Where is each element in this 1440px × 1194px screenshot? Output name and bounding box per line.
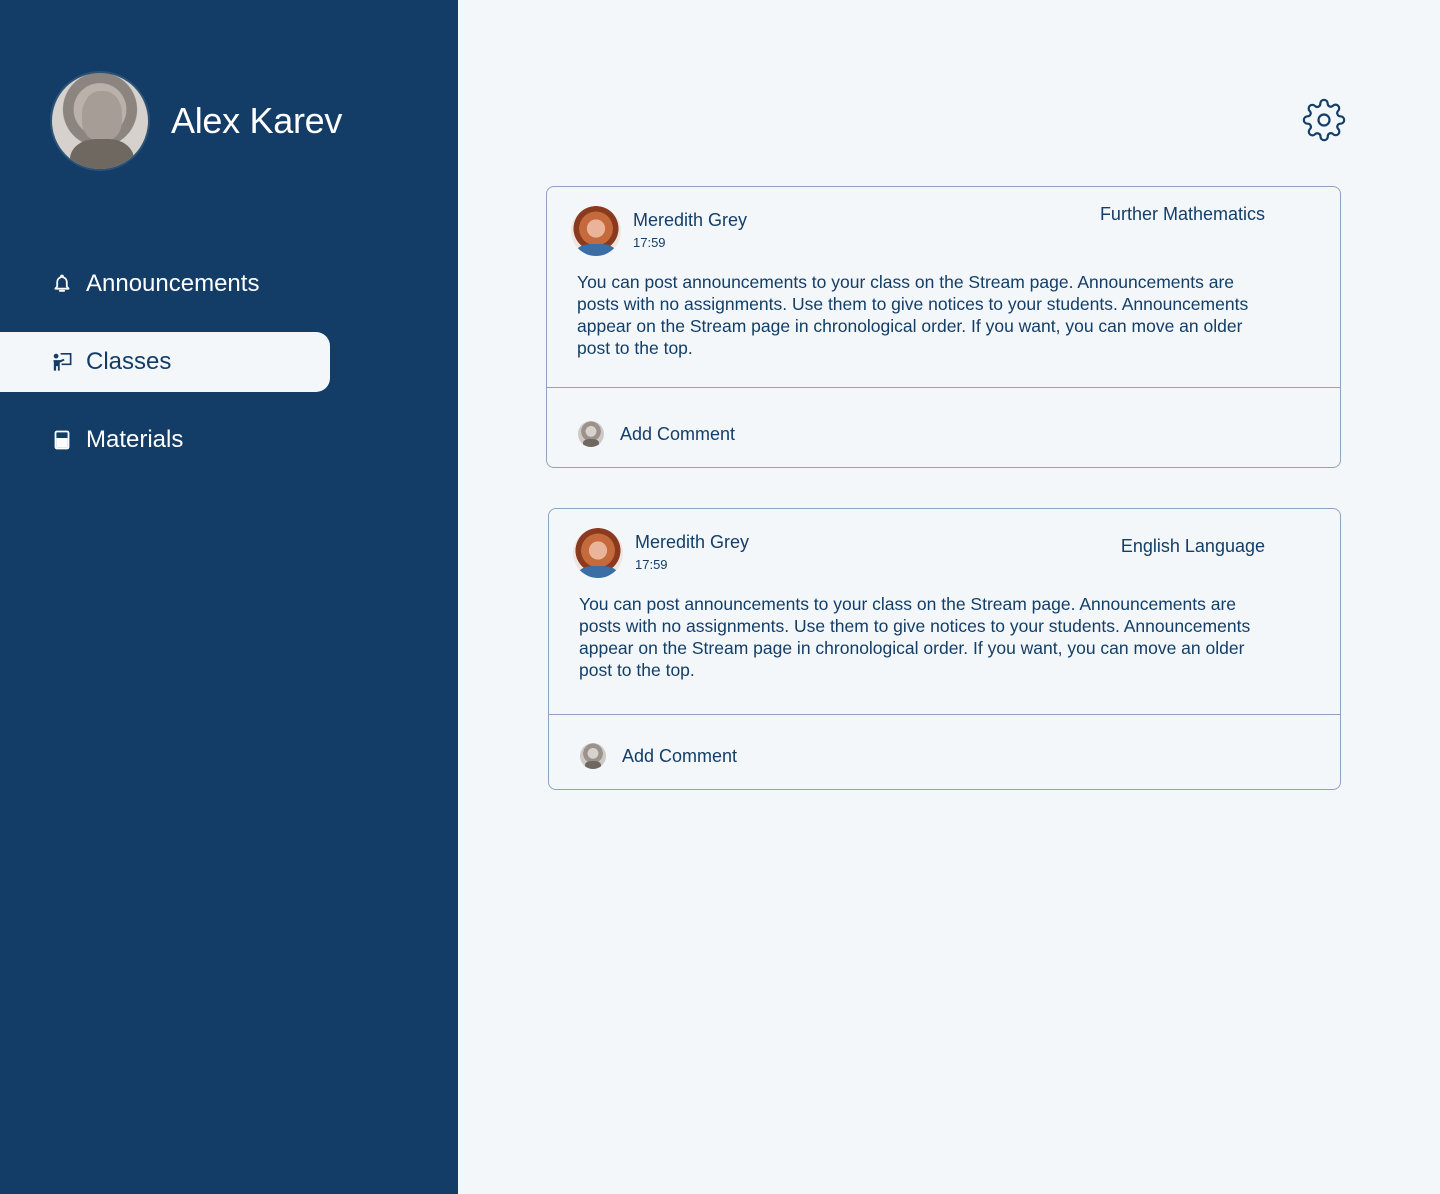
add-comment-label: Add Comment: [622, 745, 738, 766]
add-comment-button[interactable]: Add Comment: [578, 421, 735, 447]
post-subject: English Language: [1120, 536, 1265, 556]
post-header: Meredith Grey 17:59: [573, 528, 749, 578]
nav-label-classes: Classes: [86, 348, 172, 375]
announcement-card: Meredith Grey 17:59 Further Mathematics …: [546, 186, 1341, 468]
user-name: Alex Karev: [171, 100, 343, 141]
nav-item-materials[interactable]: Materials: [0, 410, 330, 470]
current-user-avatar: [578, 421, 604, 447]
add-comment-label: Add Comment: [620, 423, 736, 444]
user-avatar: [50, 71, 150, 171]
post-subject: Further Mathematics: [1099, 204, 1265, 224]
bell-icon: [52, 274, 72, 294]
announcement-card: Meredith Grey 17:59 English Language You…: [548, 508, 1341, 790]
user-profile: Alex Karev: [50, 71, 342, 171]
add-comment-button[interactable]: Add Comment: [580, 743, 737, 769]
post-body: You can post announcements to your class…: [577, 272, 1249, 358]
post-header: Meredith Grey 17:59: [571, 206, 747, 256]
author-avatar: [573, 528, 623, 578]
book-icon: [52, 430, 72, 450]
post-time: 17:59: [633, 235, 666, 250]
author-avatar: [571, 206, 621, 256]
divider: [549, 714, 1340, 715]
nav-label-materials: Materials: [86, 426, 184, 453]
post-body: You can post announcements to your class…: [579, 594, 1251, 680]
nav-item-announcements[interactable]: Announcements: [0, 254, 330, 314]
post-author: Meredith Grey: [635, 532, 750, 552]
post-time: 17:59: [635, 557, 668, 572]
gear-icon: [1302, 98, 1346, 142]
post-author: Meredith Grey: [633, 210, 748, 230]
nav-label-announcements: Announcements: [86, 270, 260, 297]
teacher-board-icon: [52, 352, 72, 372]
nav-item-classes[interactable]: Classes: [0, 332, 330, 392]
settings-button[interactable]: [1302, 98, 1346, 142]
sidebar: Alex Karev Announcements Classes Materia…: [0, 0, 458, 1194]
divider: [547, 387, 1340, 388]
current-user-avatar: [580, 743, 606, 769]
